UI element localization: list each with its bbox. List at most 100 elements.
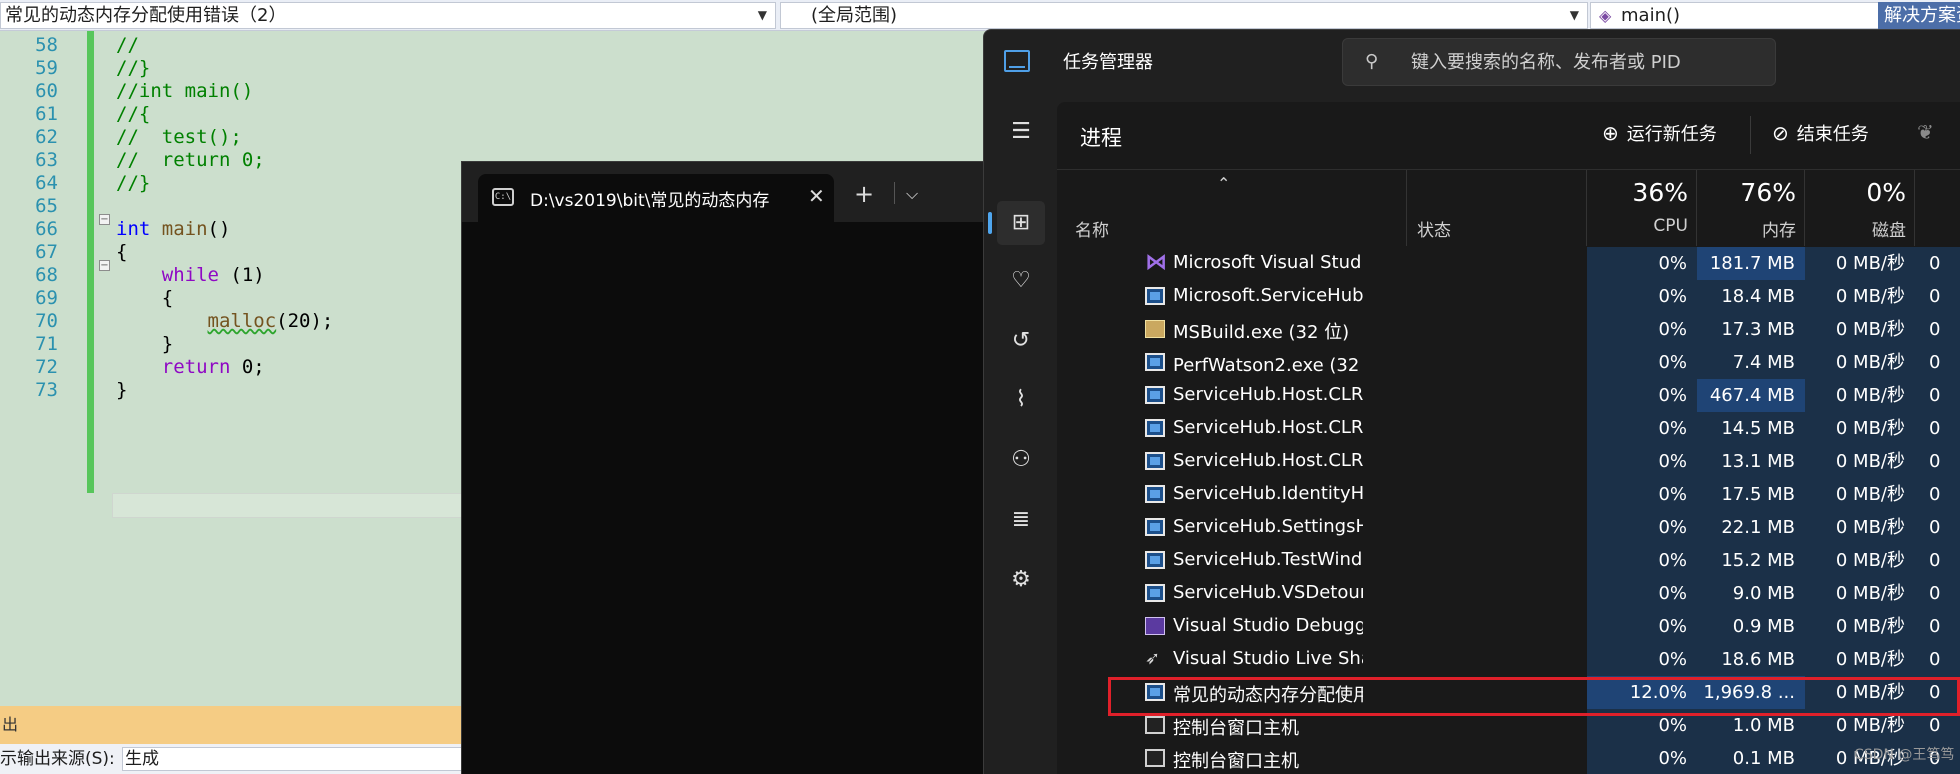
disk-column-header[interactable]: 0% 磁盘 (1805, 170, 1915, 246)
process-row[interactable]: ServiceHub.SettingsHos... 0% 22.1 MB 0 M… (1057, 511, 1960, 544)
solution-explorer-tab[interactable]: 解决方案资 (1878, 2, 1960, 29)
performance-nav-icon[interactable]: ♡ (997, 259, 1045, 303)
debugger-console-icon (1145, 617, 1165, 635)
line-number: 63 (35, 149, 58, 171)
network-value: 0 (1915, 379, 1960, 412)
process-row[interactable]: Visual Studio Debugger... 0% 0.9 MB 0 MB… (1057, 610, 1960, 643)
services-nav-icon[interactable]: ⚙ (997, 558, 1045, 602)
cpu-column-header[interactable]: 36% CPU (1587, 170, 1697, 246)
output-source-dropdown[interactable]: 生成 (122, 747, 462, 771)
function-dropdown[interactable]: ◈ main() (1590, 2, 1882, 29)
process-row[interactable]: ServiceHub.Host.CLR.x64 0% 467.4 MB 0 MB… (1057, 379, 1960, 412)
code-editor[interactable]: − − 58 // 59 //} 60 //int main() 61 //{ … (0, 31, 470, 707)
network-value: 0 (1915, 247, 1960, 280)
process-row[interactable]: ServiceHub.IdentityHos... 0% 17.5 MB 0 M… (1057, 478, 1960, 511)
chevron-down-icon[interactable]: ⌵ (906, 184, 918, 204)
line-number: 69 (35, 287, 58, 309)
app-window-icon (1145, 551, 1165, 569)
memory-total-percent: 76% (1740, 178, 1796, 207)
code-line: malloc(20); (207, 310, 334, 332)
process-row[interactable]: 控制台窗口主机 0% 0.1 MB 0 MB/秒 0 (1057, 742, 1960, 774)
code-line: while (1) (161, 264, 265, 286)
hamburger-menu-icon[interactable]: ☰ (997, 110, 1045, 154)
task-manager-titlebar: 任务管理器 ⚲ (984, 30, 1960, 102)
live-share-icon: ➶ (1145, 648, 1161, 669)
users-nav-icon[interactable]: ⚇ (997, 438, 1045, 482)
search-box[interactable]: ⚲ (1342, 38, 1776, 86)
line-number: 58 (35, 34, 58, 56)
app-history-nav-icon[interactable]: ↺ (997, 319, 1045, 363)
process-row-highlighted[interactable]: 常见的动态内存分配使用... 12.0% 1,969.8 ... 0 MB/秒 … (1057, 676, 1960, 709)
line-number: 64 (35, 172, 58, 194)
cpu-value: 0% (1587, 445, 1697, 478)
cpu-value: 0% (1587, 709, 1697, 742)
memory-value: 18.4 MB (1697, 280, 1805, 313)
cpu-value: 0% (1587, 742, 1697, 774)
process-row[interactable]: ServiceHub.TestWindo... 0% 15.2 MB 0 MB/… (1057, 544, 1960, 577)
efficiency-mode-button[interactable]: ❦ (1917, 120, 1942, 144)
run-new-task-label: 运行新任务 (1626, 124, 1717, 145)
cpu-value: 0% (1587, 313, 1697, 346)
process-row[interactable]: ServiceHub.Host.CLR.x8... 0% 14.5 MB 0 M… (1057, 412, 1960, 445)
terminal-tab[interactable]: C:\ D:\vs2019\bit\常见的动态内存 ✕ (478, 174, 834, 222)
function-dropdown-value: main() (1621, 5, 1681, 26)
network-value: 0 (1915, 643, 1960, 676)
process-name: PerfWatson2.exe (32 位) (1173, 355, 1363, 376)
line-number: 73 (35, 379, 58, 401)
console-host-icon (1145, 749, 1165, 767)
processes-nav-icon[interactable]: ⊞ (997, 201, 1045, 245)
network-value: 0 (1915, 577, 1960, 610)
app-window-icon (1145, 419, 1165, 437)
app-window-icon (1145, 287, 1165, 305)
cpu-value: 0% (1587, 577, 1697, 610)
process-row[interactable]: Microsoft.ServiceHub.C... 0% 18.4 MB 0 M… (1057, 280, 1960, 313)
network-value: 0 (1915, 709, 1960, 742)
memory-column-header[interactable]: 76% 内存 (1697, 170, 1805, 246)
process-row[interactable]: 控制台窗口主机 0% 1.0 MB 0 MB/秒 0 (1057, 709, 1960, 742)
process-row[interactable]: ServiceHub.VSDetoured... 0% 9.0 MB 0 MB/… (1057, 577, 1960, 610)
code-line: } (116, 333, 174, 355)
end-task-button[interactable]: ⊘ 结束任务 (1772, 120, 1869, 146)
disk-value: 0 MB/秒 (1805, 577, 1915, 610)
project-dropdown[interactable]: 常见的动态内存分配使用错误（2） ▼ (0, 2, 776, 29)
memory-value: 1.0 MB (1697, 709, 1805, 742)
process-row[interactable]: ➶ Visual Studio Live Share... 0% 18.6 MB… (1057, 643, 1960, 676)
process-row[interactable]: PerfWatson2.exe (32 位) 0% 7.4 MB 0 MB/秒 … (1057, 346, 1960, 379)
cpu-value: 0% (1587, 544, 1697, 577)
output-source-bar: 示输出来源(S): 生成 (0, 744, 470, 774)
scope-dropdown[interactable]: (全局范围) ▼ (780, 2, 1588, 29)
terminal-window[interactable]: C:\ D:\vs2019\bit\常见的动态内存 ✕ + ⌵ (461, 161, 1021, 774)
process-name: ServiceHub.VSDetoured... (1173, 582, 1363, 603)
name-column-header[interactable]: ⌃ 名称 (1057, 170, 1407, 246)
startup-apps-nav-icon[interactable]: ⌇ (997, 378, 1045, 422)
terminal-tab-title: D:\vs2019\bit\常见的动态内存 (530, 191, 770, 211)
process-row[interactable]: MSBuild.exe (32 位) 0% 17.3 MB 0 MB/秒 0 (1057, 313, 1960, 346)
process-name: ServiceHub.TestWindo... (1173, 549, 1363, 570)
task-manager-window: 任务管理器 ⚲ ☰ ⊞ ♡ ↺ ⌇ ⚇ ≣ ⚙ 进程 ⊕ 运行新任务 (983, 29, 1960, 774)
cpu-value: 0% (1587, 280, 1697, 313)
line-number: 59 (35, 57, 58, 79)
line-number: 70 (35, 310, 58, 332)
sort-up-icon: ⌃ (1217, 174, 1231, 193)
function-cube-icon: ◈ (1599, 6, 1612, 25)
status-column-header[interactable]: 状态 (1407, 170, 1587, 246)
new-tab-plus-icon[interactable]: + (854, 180, 874, 208)
run-new-task-button[interactable]: ⊕ 运行新任务 (1602, 120, 1717, 146)
collapse-icon[interactable]: − (99, 214, 110, 225)
process-row[interactable]: ⋈ Microsoft Visual Studio ... 0% 181.7 M… (1057, 247, 1960, 280)
collapse-icon[interactable]: − (99, 260, 110, 271)
process-name: Microsoft Visual Studio ... (1173, 252, 1363, 273)
code-line: } (116, 379, 128, 401)
console-icon: C:\ (492, 188, 514, 206)
page-title: 进程 (1080, 126, 1122, 150)
process-row[interactable]: ServiceHub.Host.CLR.x8... 0% 13.1 MB 0 M… (1057, 445, 1960, 478)
disk-value: 0 MB/秒 (1805, 610, 1915, 643)
memory-value: 181.7 MB (1697, 247, 1805, 280)
details-nav-icon[interactable]: ≣ (997, 498, 1045, 542)
line-number: 61 (35, 103, 58, 125)
process-name: ServiceHub.IdentityHos... (1173, 483, 1363, 504)
search-input[interactable] (1411, 49, 1761, 75)
process-name: Microsoft.ServiceHub.C... (1173, 285, 1363, 306)
close-icon[interactable]: ✕ (808, 184, 825, 208)
code-line: //} (116, 172, 151, 194)
